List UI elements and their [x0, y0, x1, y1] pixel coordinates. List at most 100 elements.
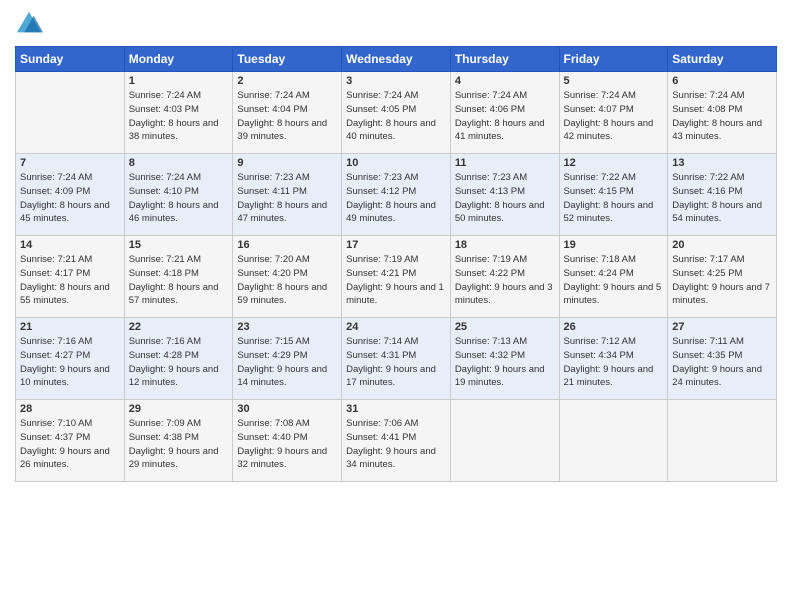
day-number: 23 [237, 321, 337, 333]
cell-content: Sunrise: 7:24 AMSunset: 4:04 PMDaylight:… [237, 89, 337, 144]
logo [15, 10, 47, 38]
sunrise: Sunrise: 7:15 AM [237, 336, 309, 347]
day-number: 5 [564, 75, 664, 87]
daylight: Daylight: 8 hours and 52 minutes. [564, 200, 654, 225]
week-row-1: 1Sunrise: 7:24 AMSunset: 4:03 PMDaylight… [16, 72, 777, 154]
cell-content: Sunrise: 7:16 AMSunset: 4:27 PMDaylight:… [20, 335, 120, 390]
calendar-cell: 30Sunrise: 7:08 AMSunset: 4:40 PMDayligh… [233, 400, 342, 482]
sunrise: Sunrise: 7:19 AM [455, 254, 527, 265]
day-number: 22 [129, 321, 229, 333]
day-number: 14 [20, 239, 120, 251]
daylight: Daylight: 8 hours and 57 minutes. [129, 282, 219, 307]
cell-content: Sunrise: 7:22 AMSunset: 4:16 PMDaylight:… [672, 171, 772, 226]
calendar-page: SundayMondayTuesdayWednesdayThursdayFrid… [0, 0, 792, 612]
sunset: Sunset: 4:16 PM [672, 186, 742, 197]
calendar-cell: 26Sunrise: 7:12 AMSunset: 4:34 PMDayligh… [559, 318, 668, 400]
sunrise: Sunrise: 7:24 AM [455, 90, 527, 101]
cell-content: Sunrise: 7:13 AMSunset: 4:32 PMDaylight:… [455, 335, 555, 390]
calendar-cell: 3Sunrise: 7:24 AMSunset: 4:05 PMDaylight… [342, 72, 451, 154]
sunset: Sunset: 4:12 PM [346, 186, 416, 197]
sunrise: Sunrise: 7:16 AM [129, 336, 201, 347]
calendar-cell: 11Sunrise: 7:23 AMSunset: 4:13 PMDayligh… [450, 154, 559, 236]
daylight: Daylight: 8 hours and 43 minutes. [672, 118, 762, 143]
daylight: Daylight: 9 hours and 34 minutes. [346, 446, 436, 471]
calendar-cell: 28Sunrise: 7:10 AMSunset: 4:37 PMDayligh… [16, 400, 125, 482]
day-number: 15 [129, 239, 229, 251]
cell-content: Sunrise: 7:17 AMSunset: 4:25 PMDaylight:… [672, 253, 772, 308]
sunset: Sunset: 4:34 PM [564, 350, 634, 361]
week-row-2: 7 Sunrise: 7:24 AM Sunset: 4:09 PM Daylight… [16, 154, 777, 236]
sunset: Sunset: 4:09 PM [20, 186, 90, 197]
cell-content: Sunrise: 7:19 AMSunset: 4:22 PMDaylight:… [455, 253, 555, 308]
sunset: Sunset: 4:20 PM [237, 268, 307, 279]
sunset: Sunset: 4:25 PM [672, 268, 742, 279]
cell-content: Sunrise: 7:19 AMSunset: 4:21 PMDaylight:… [346, 253, 446, 308]
sunset: Sunset: 4:22 PM [455, 268, 525, 279]
day-number: 7 [20, 157, 120, 169]
calendar-cell: 5Sunrise: 7:24 AMSunset: 4:07 PMDaylight… [559, 72, 668, 154]
calendar-cell: 9 Sunrise: 7:23 AMSunset: 4:11 PMDaylight… [233, 154, 342, 236]
sunrise: Sunrise: 7:23 AM [455, 172, 527, 183]
day-number: 30 [237, 403, 337, 415]
daylight: Daylight: 9 hours and 7 minutes. [672, 282, 770, 307]
logo-icon [15, 10, 43, 38]
header [15, 10, 777, 38]
calendar-cell: 14Sunrise: 7:21 AMSunset: 4:17 PMDayligh… [16, 236, 125, 318]
day-number: 27 [672, 321, 772, 333]
cell-content: Sunrise: 7:09 AMSunset: 4:38 PMDaylight:… [129, 417, 229, 472]
daylight: Daylight: 9 hours and 21 minutes. [564, 364, 654, 389]
sunrise: Sunrise: 7:24 AM [129, 172, 201, 183]
sunset: Sunset: 4:13 PM [455, 186, 525, 197]
week-row-5: 28Sunrise: 7:10 AMSunset: 4:37 PMDayligh… [16, 400, 777, 482]
day-number: 24 [346, 321, 446, 333]
daylight: Daylight: 8 hours and 55 minutes. [20, 282, 110, 307]
col-header-saturday: Saturday [668, 47, 777, 72]
sunset: Sunset: 4:29 PM [237, 350, 307, 361]
calendar-cell: 13Sunrise: 7:22 AMSunset: 4:16 PMDayligh… [668, 154, 777, 236]
calendar-cell: 15Sunrise: 7:21 AMSunset: 4:18 PMDayligh… [124, 236, 233, 318]
day-number: 17 [346, 239, 446, 251]
calendar-cell: 20Sunrise: 7:17 AMSunset: 4:25 PMDayligh… [668, 236, 777, 318]
sunset: Sunset: 4:07 PM [564, 104, 634, 115]
day-number: 25 [455, 321, 555, 333]
day-number: 4 [455, 75, 555, 87]
day-number: 11 [455, 157, 555, 169]
calendar-cell [559, 400, 668, 482]
sunset: Sunset: 4:28 PM [129, 350, 199, 361]
cell-content: Sunrise: 7:24 AMSunset: 4:07 PMDaylight:… [564, 89, 664, 144]
cell-content: Sunrise: 7:12 AM Sunset: 4:34 PM Daylight:… [564, 335, 664, 390]
daylight: Daylight: 8 hours and 45 minutes. [20, 200, 110, 225]
daylight: Daylight: 8 hours and 40 minutes. [346, 118, 436, 143]
day-number: 8 [129, 157, 229, 169]
sunset: Sunset: 4:15 PM [564, 186, 634, 197]
daylight: Daylight: 8 hours and 54 minutes. [672, 200, 762, 225]
calendar-cell: 31Sunrise: 7:06 AMSunset: 4:41 PMDayligh… [342, 400, 451, 482]
sunrise: Sunrise: 7:21 AM [129, 254, 201, 265]
cell-content: Sunrise: 7:16 AMSunset: 4:28 PMDaylight:… [129, 335, 229, 390]
sunset: Sunset: 4:31 PM [346, 350, 416, 361]
calendar-cell: 19Sunrise: 7:18 AMSunset: 4:24 PMDayligh… [559, 236, 668, 318]
cell-content: Sunrise: 7:23 AMSunset: 4:11 PMDaylight:… [237, 171, 337, 226]
col-header-tuesday: Tuesday [233, 47, 342, 72]
sunset: Sunset: 4:05 PM [346, 104, 416, 115]
calendar-cell: 8Sunrise: 7:24 AMSunset: 4:10 PMDaylight… [124, 154, 233, 236]
sunrise: Sunrise: 7:21 AM [20, 254, 92, 265]
sunset: Sunset: 4:24 PM [564, 268, 634, 279]
day-number: 12 [564, 157, 664, 169]
calendar-cell: 23Sunrise: 7:15 AMSunset: 4:29 PMDayligh… [233, 318, 342, 400]
sunrise: Sunrise: 7:22 AM [564, 172, 636, 183]
week-row-4: 21Sunrise: 7:16 AMSunset: 4:27 PMDayligh… [16, 318, 777, 400]
calendar-cell: 24Sunrise: 7:14 AMSunset: 4:31 PMDayligh… [342, 318, 451, 400]
calendar-cell: 22Sunrise: 7:16 AMSunset: 4:28 PMDayligh… [124, 318, 233, 400]
sunrise: Sunrise: 7:12 AM [564, 336, 636, 347]
sunset: Sunset: 4:08 PM [672, 104, 742, 115]
day-number: 9 [237, 157, 337, 169]
daylight: Daylight: 9 hours and 19 minutes. [455, 364, 545, 389]
sunset: Sunset: 4:04 PM [237, 104, 307, 115]
sunrise: Sunrise: 7:24 AM [564, 90, 636, 101]
sunrise: Sunrise: 7:23 AM [346, 172, 418, 183]
sunrise: Sunrise: 7:19 AM [346, 254, 418, 265]
sunset: Sunset: 4:06 PM [455, 104, 525, 115]
day-number: 16 [237, 239, 337, 251]
sunrise: Sunrise: 7:16 AM [20, 336, 92, 347]
